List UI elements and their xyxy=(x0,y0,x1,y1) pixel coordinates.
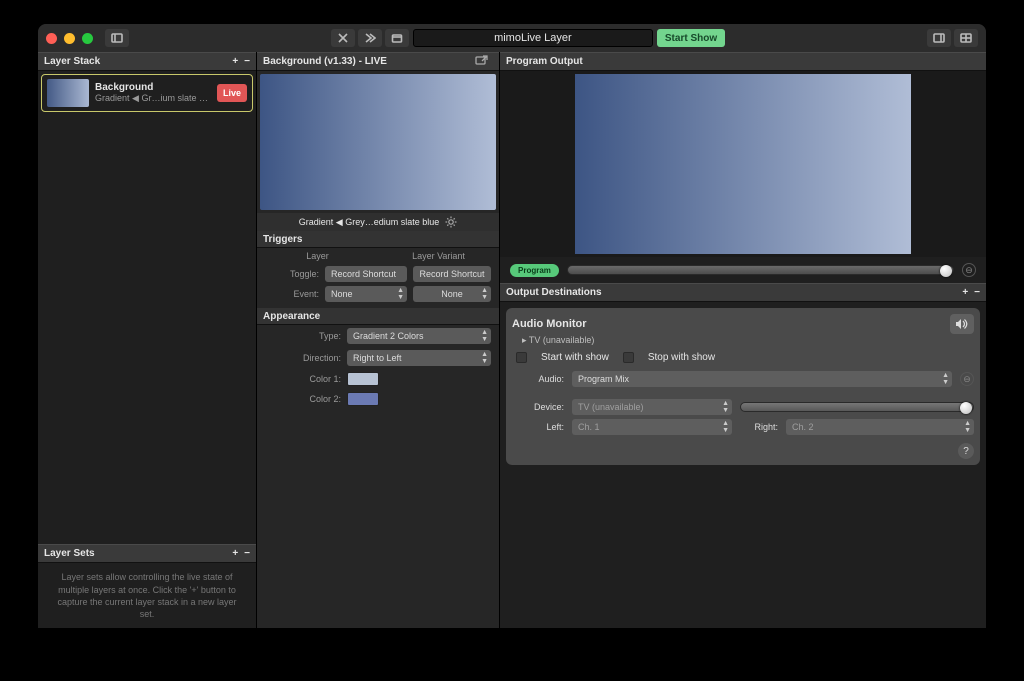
appearance-header: Appearance xyxy=(257,308,499,325)
output-column: Program Output Program ⊖ Output Destinat… xyxy=(500,52,986,628)
program-output-preview xyxy=(575,74,911,254)
toggle-variant-shortcut[interactable]: Record Shortcut xyxy=(413,266,491,282)
stop-with-show-checkbox[interactable] xyxy=(623,352,634,363)
audio-monitor-device-line: ▸ TV (unavailable) xyxy=(512,334,974,350)
triggers-header: Triggers xyxy=(257,231,499,248)
clapper-button[interactable] xyxy=(385,29,409,47)
right-channel-label: Right: xyxy=(740,422,778,432)
program-output-viewport xyxy=(500,71,986,257)
gear-icon[interactable] xyxy=(445,216,457,228)
type-select[interactable]: Gradient 2 Colors▲▼ xyxy=(347,328,491,344)
toggle-layer-shortcut[interactable]: Record Shortcut xyxy=(325,266,407,282)
color1-swatch[interactable] xyxy=(347,372,379,386)
window-controls xyxy=(46,33,93,44)
close-icon[interactable] xyxy=(46,33,57,44)
help-icon[interactable]: ? xyxy=(958,443,974,459)
layer-sets-add-button[interactable]: + xyxy=(232,548,238,559)
toolbar-cluster xyxy=(331,29,409,47)
mute-icon[interactable]: ⊖ xyxy=(962,263,976,277)
layer-stack-column: Layer Stack +− Background Gradient ◀ Gr…… xyxy=(38,52,256,628)
trigger-column-labels: Layer Layer Variant xyxy=(257,248,499,264)
left-channel-select[interactable]: Ch. 1▲▼ xyxy=(572,419,732,435)
device-volume-slider[interactable] xyxy=(740,402,974,412)
layer-sets-header: Layer Sets +− xyxy=(38,544,256,563)
layer-title: Background xyxy=(95,82,211,93)
stop-with-show-label: Stop with show xyxy=(648,352,715,363)
layer-stack-header: Layer Stack +− xyxy=(38,52,256,71)
panel-grid-button[interactable] xyxy=(954,29,978,47)
program-badge[interactable]: Program xyxy=(510,264,559,277)
layer-stack-add-button[interactable]: + xyxy=(232,56,238,67)
audio-monitor-title: Audio Monitor xyxy=(512,318,587,330)
sidebar-toggle-button[interactable] xyxy=(105,29,129,47)
layer-preview-caption: Gradient ◀ Grey…edium slate blue xyxy=(257,213,499,231)
slider-knob[interactable] xyxy=(940,265,952,277)
event-layer-select[interactable]: None▲▼ xyxy=(325,286,407,302)
panel-left-button[interactable] xyxy=(927,29,951,47)
titlebar: mimoLive Layer Start Show xyxy=(38,24,986,52)
layer-item-background[interactable]: Background Gradient ◀ Gr…ium slate blue … xyxy=(41,74,253,112)
output-remove-button[interactable]: − xyxy=(974,287,980,298)
forward-button[interactable] xyxy=(358,29,382,47)
audio-monitor-card: Audio Monitor ▸ TV (unavailable) Start w… xyxy=(506,308,980,465)
layer-thumbnail xyxy=(47,79,89,107)
popout-icon[interactable] xyxy=(475,55,493,69)
layer-inspector-column: Background (v1.33) - LIVE Gradient ◀ Gre… xyxy=(256,52,500,628)
layer-subtitle: Gradient ◀ Gr…ium slate blue xyxy=(95,93,211,104)
right-channel-select[interactable]: Ch. 2▲▼ xyxy=(786,419,974,435)
layer-preview xyxy=(260,74,496,210)
minimize-icon[interactable] xyxy=(64,33,75,44)
audio-select[interactable]: Program Mix▲▼ xyxy=(572,371,952,387)
document-title[interactable]: mimoLive Layer xyxy=(413,29,653,47)
output-destinations-header: Output Destinations +− xyxy=(500,283,986,302)
color2-swatch[interactable] xyxy=(347,392,379,406)
program-volume-slider[interactable] xyxy=(567,265,954,275)
audio-remove-icon[interactable]: ⊖ xyxy=(960,372,974,386)
layer-sets-help-text: Layer sets allow controlling the live st… xyxy=(38,563,256,628)
speaker-icon[interactable] xyxy=(950,314,974,334)
direction-select[interactable]: Right to Left▲▼ xyxy=(347,350,491,366)
start-with-show-label: Start with show xyxy=(541,352,609,363)
app-window: mimoLive Layer Start Show Layer Stack +−… xyxy=(38,24,986,628)
program-output-header: Program Output xyxy=(500,52,986,71)
zoom-icon[interactable] xyxy=(82,33,93,44)
device-select[interactable]: TV (unavailable)▲▼ xyxy=(572,399,732,415)
layer-stack-remove-button[interactable]: − xyxy=(244,56,250,67)
live-badge[interactable]: Live xyxy=(217,84,247,102)
layer-sets-remove-button[interactable]: − xyxy=(244,548,250,559)
output-add-button[interactable]: + xyxy=(962,287,968,298)
inspector-header: Background (v1.33) - LIVE xyxy=(257,52,499,71)
cut-button[interactable] xyxy=(331,29,355,47)
slider-knob[interactable] xyxy=(960,402,972,414)
start-show-button[interactable]: Start Show xyxy=(657,29,725,47)
start-with-show-checkbox[interactable] xyxy=(516,352,527,363)
event-variant-select[interactable]: None▲▼ xyxy=(413,286,491,302)
